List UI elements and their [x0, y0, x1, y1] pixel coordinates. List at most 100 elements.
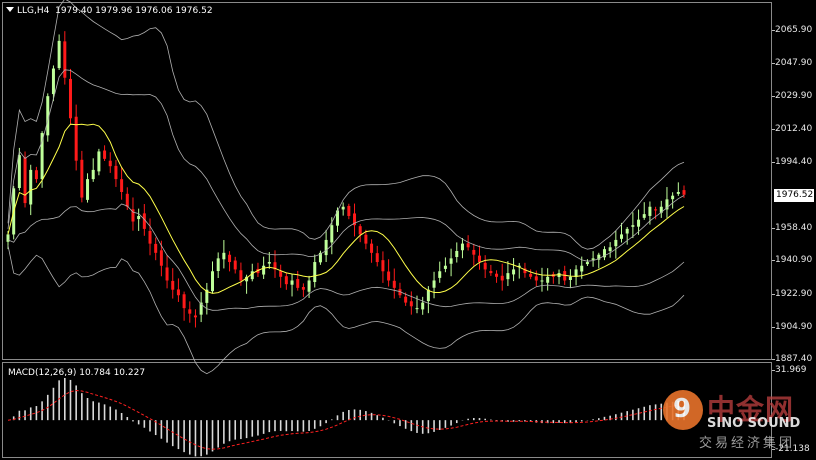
bull-candle: [438, 271, 442, 278]
bear-candle: [529, 273, 533, 277]
bull-candle: [29, 169, 33, 205]
candles: [6, 31, 686, 328]
price-tick: 1940.90: [771, 255, 813, 266]
bear-candle: [364, 234, 368, 244]
bull-candle: [211, 271, 215, 292]
bear-candle: [171, 280, 175, 290]
bull-candle: [540, 280, 544, 282]
bull-candle: [506, 273, 510, 280]
bull-candle: [267, 262, 271, 264]
bull-candle: [262, 265, 266, 275]
bull-candle: [222, 252, 226, 260]
bull-candle: [216, 258, 220, 272]
bear-candle: [387, 271, 391, 281]
lower-band-line: [7, 245, 685, 375]
bear-candle: [176, 289, 180, 296]
bull-candle: [97, 151, 101, 172]
bear-candle: [500, 275, 504, 281]
bull-candle: [313, 262, 317, 283]
bear-candle: [279, 270, 283, 277]
bear-candle: [347, 205, 351, 216]
bear-candle: [154, 243, 158, 253]
signal-line: [7, 389, 685, 450]
bear-candle: [534, 276, 538, 281]
bear-candle: [233, 260, 237, 270]
bull-candle: [591, 258, 595, 260]
watermark-en: SINO SOUND: [707, 416, 801, 431]
bear-candle: [477, 255, 481, 263]
bull-candle: [17, 155, 21, 188]
bear-candle: [34, 170, 38, 180]
bull-candle: [512, 269, 516, 275]
price-tick: 2047.90: [771, 58, 813, 69]
ohlc-label: 1979.40 1979.96 1976.06 1976.52: [55, 6, 213, 16]
bear-candle: [74, 116, 78, 161]
bull-candle: [648, 206, 652, 216]
bear-candle: [63, 41, 67, 78]
price-tick: 2065.90: [771, 25, 813, 35]
bull-candle: [676, 192, 680, 194]
dropdown-triangle-icon[interactable]: [6, 7, 14, 12]
bear-candle: [654, 209, 658, 211]
watermark-logo-icon: 9: [663, 390, 703, 430]
bear-candle: [68, 78, 72, 119]
bear-candle: [284, 276, 288, 285]
bull-candle: [608, 247, 612, 252]
bull-candle: [51, 68, 55, 95]
bear-candle: [228, 254, 232, 263]
price-tick: 1887.40: [771, 354, 813, 364]
bull-candle: [620, 234, 624, 239]
symbol-label: LLG,H4: [17, 6, 50, 16]
bull-candle: [585, 262, 589, 265]
upper-band-line: [7, 0, 685, 250]
bear-candle: [120, 179, 124, 193]
bear-candle: [375, 253, 379, 263]
macd-histogram: [12, 377, 685, 457]
bull-candle: [91, 169, 95, 180]
bull-candle: [324, 239, 328, 256]
bull-candle: [307, 280, 311, 292]
bear-candle: [409, 301, 413, 307]
bull-candle: [631, 225, 635, 227]
bull-candle: [330, 225, 334, 243]
macd-tick: 31.969: [772, 365, 807, 375]
bear-candle: [472, 249, 476, 255]
bear-candle: [301, 287, 305, 290]
bull-candle: [443, 265, 447, 269]
bear-candle: [495, 273, 499, 277]
bull-candle: [40, 133, 44, 180]
bull-candle: [455, 250, 459, 257]
bull-candle: [642, 214, 646, 218]
price-tick: 1922.90: [771, 288, 813, 299]
price-tick: 1994.40: [771, 156, 813, 167]
chart-window[interactable]: LLG,H4 1979.40 1979.96 1976.06 1976.52 M…: [0, 0, 816, 460]
bull-candle: [460, 243, 464, 251]
bear-candle: [182, 294, 186, 309]
bear-candle: [381, 260, 385, 272]
bear-candle: [159, 250, 163, 266]
bull-candle: [637, 219, 641, 227]
bear-candle: [489, 270, 493, 274]
bear-candle: [23, 157, 27, 204]
bear-candle: [165, 267, 169, 281]
bull-candle: [432, 280, 436, 288]
price-tick: 2012.40: [771, 123, 813, 134]
bull-candle: [290, 280, 294, 285]
bull-candle: [57, 40, 61, 69]
bear-candle: [193, 315, 197, 318]
bull-candle: [580, 265, 584, 272]
price-tick: 1958.40: [771, 223, 813, 234]
chart-header: LLG,H4 1979.40 1979.96 1976.06 1976.52: [6, 6, 213, 16]
price-tick: 1904.90: [771, 321, 813, 332]
bear-candle: [80, 159, 84, 198]
bear-candle: [103, 150, 107, 159]
bear-candle: [114, 165, 118, 180]
bear-candle: [483, 262, 487, 270]
bear-candle: [392, 280, 396, 288]
bear-candle: [296, 279, 300, 288]
bull-candle: [86, 179, 90, 200]
bull-candle: [546, 276, 550, 283]
bull-candle: [341, 206, 345, 210]
bear-candle: [358, 226, 362, 235]
bear-candle: [466, 243, 470, 248]
